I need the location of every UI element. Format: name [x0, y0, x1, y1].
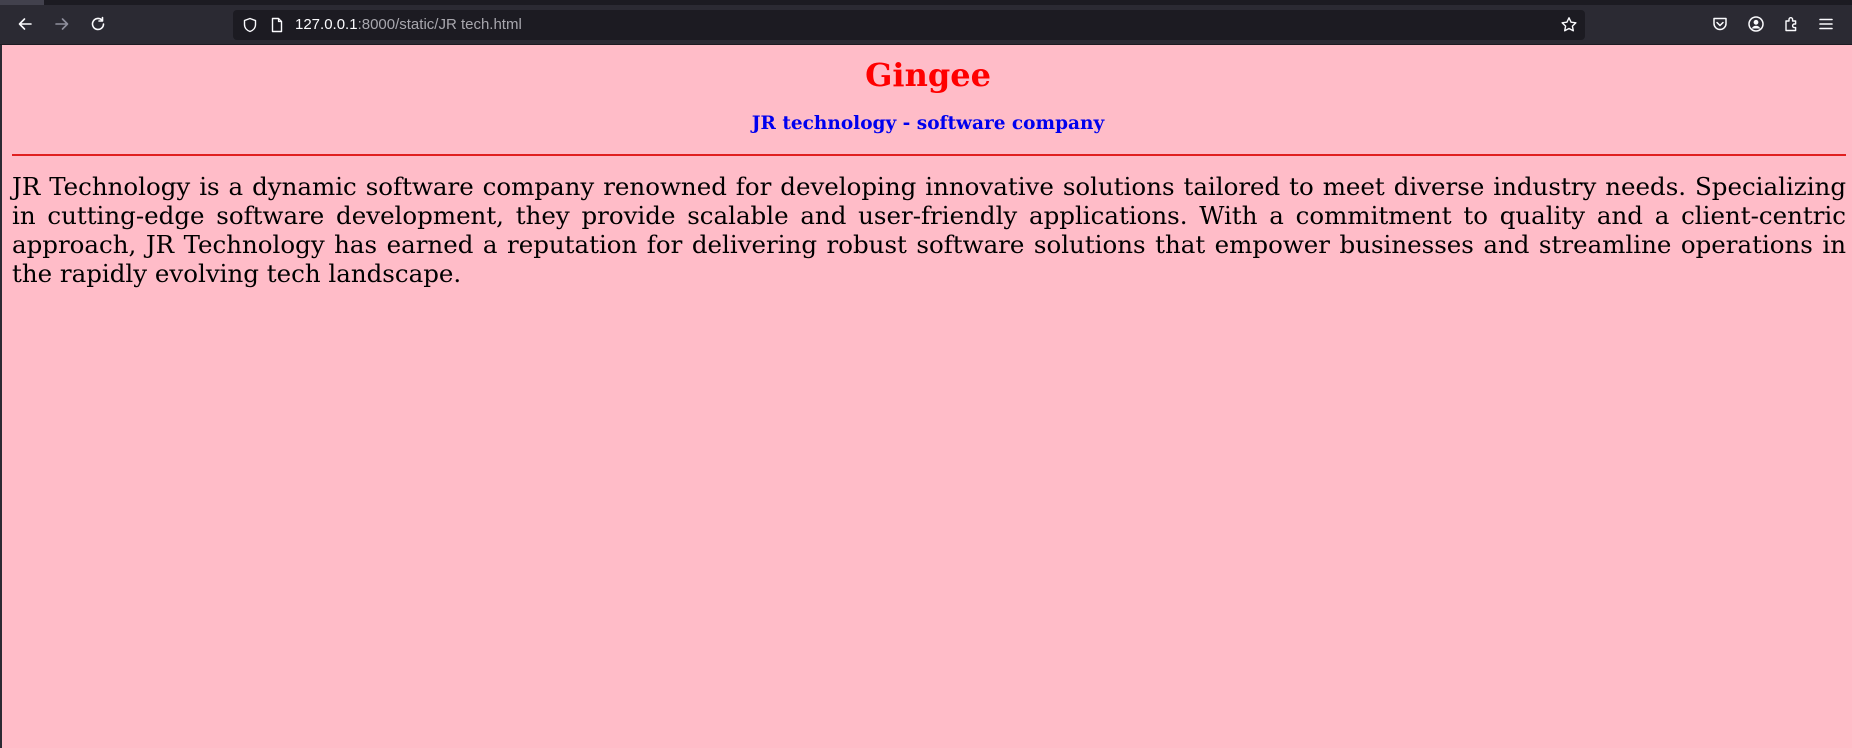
- tab-strip: [0, 0, 1852, 5]
- forward-icon[interactable]: [48, 10, 76, 38]
- horizontal-rule: [12, 154, 1846, 156]
- browser-toolbar: 127.0.0.1:8000/static/JR tech.html: [0, 0, 1852, 45]
- page-subtitle: JR technology - software company: [751, 113, 1105, 134]
- company-description: JR Technology is a dynamic software comp…: [12, 172, 1846, 288]
- page-title: Gingee: [865, 56, 991, 94]
- url-host: 127.0.0.1: [295, 16, 358, 33]
- url-text[interactable]: 127.0.0.1:8000/static/JR tech.html: [295, 17, 522, 33]
- page-content: Gingee JR technology - software company …: [0, 45, 1852, 748]
- page-icon[interactable]: [269, 17, 285, 37]
- url-path: :8000/static/JR tech.html: [357, 16, 522, 33]
- extensions-icon[interactable]: [1778, 10, 1806, 38]
- shield-icon[interactable]: [242, 17, 258, 37]
- url-bar[interactable]: 127.0.0.1:8000/static/JR tech.html: [233, 10, 1585, 40]
- bookmark-star-icon[interactable]: [1560, 16, 1578, 38]
- pocket-icon[interactable]: [1706, 10, 1734, 38]
- menu-icon[interactable]: [1812, 10, 1840, 38]
- reload-icon[interactable]: [84, 10, 112, 38]
- account-icon[interactable]: [1742, 10, 1770, 38]
- back-icon[interactable]: [11, 10, 39, 38]
